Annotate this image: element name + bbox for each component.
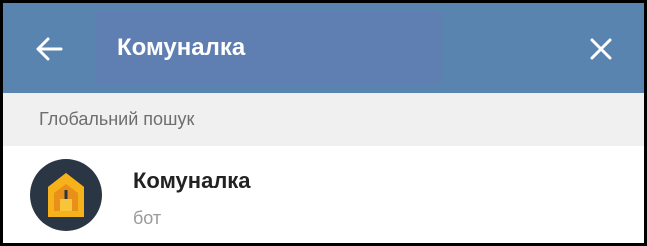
result-name: Комуналка: [133, 168, 251, 193]
clear-search-button[interactable]: [581, 29, 621, 69]
section-title: Глобальний пошук: [39, 109, 195, 129]
window-frame: Комуналка Глобальний пошук Комуналка бот: [0, 0, 647, 246]
search-result-item[interactable]: Комуналка бот: [3, 146, 644, 243]
house-logo-icon: [48, 173, 84, 217]
avatar: [30, 159, 102, 231]
search-query-text: Комуналка: [117, 34, 246, 61]
search-input[interactable]: Комуналка: [95, 11, 442, 85]
result-subtitle: бот: [133, 208, 162, 228]
arrow-left-icon: [36, 37, 63, 61]
global-search-header: Глобальний пошук: [3, 93, 644, 146]
close-icon: [590, 38, 612, 60]
search-toolbar: Комуналка: [3, 3, 644, 93]
back-button[interactable]: [29, 29, 69, 69]
